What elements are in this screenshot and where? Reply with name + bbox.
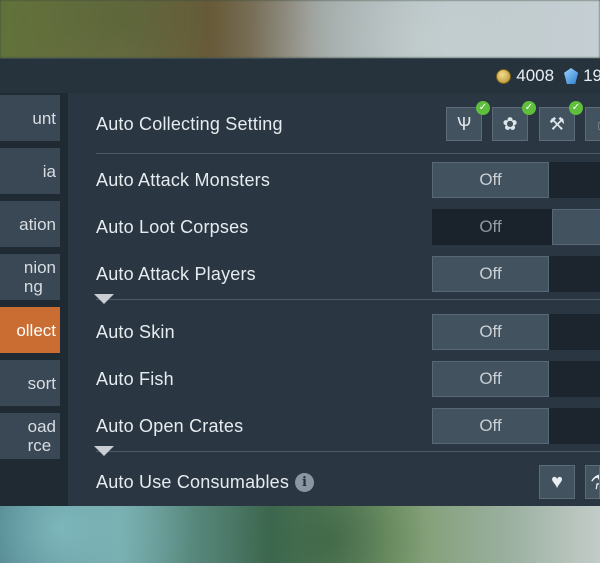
toggle-label: Auto Fish <box>96 368 174 389</box>
toggle-on-state <box>551 256 600 292</box>
crystal-balance: 19 <box>564 66 600 86</box>
sidebar-item-label: ia <box>42 161 56 181</box>
row-auto-fish: Auto Fish Off <box>68 356 600 402</box>
consumables-label-text: Auto Use Consumables <box>96 471 290 492</box>
section-divider <box>96 153 600 154</box>
hand-slot-button[interactable]: ☝ <box>585 107 600 141</box>
info-icon[interactable]: i <box>295 473 315 493</box>
row-auto-collecting: Auto Collecting Setting Ѱ ✓ ✿ ✓ ⚒ ✓ ☝ <box>68 101 600 147</box>
settings-content: Auto Collecting Setting Ѱ ✓ ✿ ✓ ⚒ ✓ ☝ Au… <box>68 93 600 506</box>
potion-icon: ⚗ <box>590 470 599 495</box>
auto-use-consumables-label: Auto Use Consumables i <box>96 471 315 493</box>
checkmark-icon: ✓ <box>569 101 583 115</box>
berries-icon: ✿ <box>502 113 518 134</box>
toggle-label: Auto Skin <box>96 321 175 342</box>
coin-amount: 4008 <box>516 66 555 85</box>
auto-skin-toggle[interactable]: Off <box>432 314 600 350</box>
row-auto-open-crates: Auto Open Crates Off <box>68 403 600 449</box>
sidebar-item-companion[interactable]: nion ng <box>0 254 60 300</box>
sidebar-item-notification[interactable]: ation <box>0 201 60 247</box>
toggle-off-state: Off <box>432 162 549 198</box>
crystal-amount: 19 <box>583 66 600 85</box>
auto-collecting-label: Auto Collecting Setting <box>96 113 283 134</box>
toggle-label: Auto Loot Corpses <box>96 216 249 237</box>
toggle-on-state <box>551 361 600 397</box>
sidebar-item-label: ollect <box>16 320 56 340</box>
sidebar-item-account[interactable]: unt <box>0 95 60 141</box>
grass-slot-button[interactable]: Ѱ ✓ <box>446 101 490 141</box>
toggle-off-state: Off <box>432 314 549 350</box>
row-auto-use-consumables: Auto Use Consumablesi ♥ ⚗ <box>68 459 600 505</box>
sidebar-item-sort[interactable]: sort <box>0 360 60 406</box>
currency-bar: 4008 19 <box>0 59 600 93</box>
crystal-icon <box>564 68 579 84</box>
toggle-on-state <box>551 408 600 444</box>
row-auto-attack-players: Auto Attack Players Off <box>68 251 600 297</box>
row-auto-skin: Auto Skin Off <box>68 309 600 355</box>
auto-fish-toggle[interactable]: Off <box>432 361 600 397</box>
toggle-label: Auto Attack Players <box>96 263 256 284</box>
coin-balance: 4008 <box>496 66 554 86</box>
toggle-off-state: Off <box>432 209 549 245</box>
potion-consumable-button[interactable]: ⚗ <box>585 465 600 499</box>
row-auto-attack-monsters: Auto Attack Monsters Off <box>68 157 600 203</box>
tool-slot-button[interactable]: ⚒ ✓ <box>539 101 583 141</box>
sidebar-item-label: nion ng <box>23 258 56 296</box>
sidebar-item-label: ation <box>19 214 56 234</box>
settings-panel: 4008 19 unt ia ation nion ng ollect sort… <box>0 58 600 506</box>
auto-attack-players-toggle[interactable]: Off <box>432 256 600 292</box>
toggle-off-state: Off <box>432 408 549 444</box>
sidebar-item-label: sort <box>27 373 56 393</box>
toggle-on-state <box>551 162 600 198</box>
heart-icon: ♥ <box>551 470 563 493</box>
toggle-on-state <box>552 209 600 245</box>
berries-slot-button[interactable]: ✿ ✓ <box>492 101 536 141</box>
tool-icon: ⚒ <box>548 113 566 134</box>
auto-open-crates-toggle[interactable]: Off <box>432 408 600 444</box>
toggle-on-state <box>551 314 600 350</box>
sidebar-item-label: unt <box>32 108 56 128</box>
auto-attack-monsters-toggle[interactable]: Off <box>432 162 600 198</box>
toggle-off-state: Off <box>432 361 549 397</box>
heart-consumable-button[interactable]: ♥ <box>539 465 575 499</box>
sidebar-item-label: oad rce <box>27 417 56 455</box>
toggle-label: Auto Attack Monsters <box>96 169 271 190</box>
checkmark-icon: ✓ <box>476 101 490 115</box>
game-world-background-top <box>0 0 600 58</box>
checkmark-icon: ✓ <box>522 101 536 115</box>
sidebar-item-media[interactable]: ia <box>0 148 60 194</box>
row-auto-loot-corpses: Auto Loot Corpses Off <box>68 204 600 250</box>
grass-icon: Ѱ <box>456 113 472 134</box>
coin-icon <box>496 68 512 84</box>
section-divider <box>96 299 600 300</box>
settings-sidebar: unt ia ation nion ng ollect sort oad rce <box>0 93 68 506</box>
sidebar-item-download-resource[interactable]: oad rce <box>0 413 60 459</box>
section-divider <box>96 451 600 452</box>
game-world-background-bottom <box>0 505 600 563</box>
toggle-label: Auto Open Crates <box>96 415 244 436</box>
auto-loot-corpses-toggle[interactable]: Off <box>432 209 600 245</box>
sidebar-item-auto-collect[interactable]: ollect <box>0 307 60 353</box>
toggle-off-state: Off <box>432 256 549 292</box>
